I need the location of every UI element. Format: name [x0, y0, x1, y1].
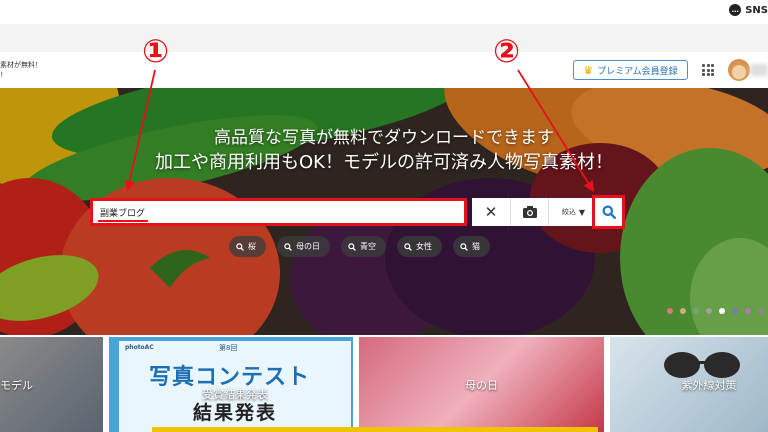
tagline-line-2: ！	[0, 71, 7, 79]
search-icon	[236, 242, 244, 251]
avatar[interactable]	[728, 59, 750, 81]
carousel-dot[interactable]	[680, 308, 686, 314]
feature-card-model[interactable]: モデル	[0, 337, 103, 432]
keyword-chip[interactable]: 桜	[229, 236, 266, 257]
search-bar: ✕ 絞込 ▼	[88, 195, 628, 229]
contest-edition: 第8回	[219, 344, 238, 352]
filter-label: 絞込	[561, 208, 576, 216]
carousel-dot[interactable]	[693, 308, 699, 314]
card-label: モデル	[0, 379, 33, 392]
tagline-line-1: 素材が無料！	[0, 61, 42, 69]
keyword-chip-label: 青空	[360, 242, 376, 251]
top-bar: … SNS	[0, 0, 768, 24]
grey-band	[0, 24, 768, 52]
search-icon	[460, 242, 468, 251]
contest-result-text: 結果発表	[192, 402, 277, 424]
carousel-dot[interactable]	[745, 308, 751, 314]
sns-label: SNS	[745, 4, 768, 16]
premium-signup-button[interactable]: ♛ プレミアム会員登録	[573, 60, 688, 80]
username-blurred	[750, 64, 768, 76]
contest-banner: photoAC 第8回 写真コンテスト 受賞結果発表 結果発表	[119, 341, 351, 432]
site-header: 素材が無料！ ！ ♛ プレミアム会員登録	[0, 52, 768, 88]
search-icon	[348, 242, 356, 251]
keyword-chip[interactable]: 母の日	[277, 236, 330, 257]
keyword-chip-label: 母の日	[296, 242, 320, 251]
carousel-dots	[667, 308, 764, 314]
crown-icon: ♛	[583, 63, 594, 77]
search-button[interactable]	[592, 195, 625, 229]
search-text-underline	[98, 220, 148, 222]
apps-grid-icon[interactable]	[702, 64, 714, 76]
keyword-chip[interactable]: 猫	[453, 236, 490, 257]
keyword-chip-label: 女性	[416, 242, 432, 251]
carousel-dot[interactable]	[732, 308, 738, 314]
carousel-dot[interactable]	[667, 308, 673, 314]
keyword-chip-label: 猫	[472, 242, 480, 251]
filter-dropdown[interactable]: 絞込 ▼	[548, 198, 598, 226]
annotation-number-1: ①	[142, 32, 170, 70]
carousel-dot[interactable]	[706, 308, 712, 314]
search-icon	[404, 242, 412, 251]
hero-title-line-2: 加工や商用利用もOK！モデルの許可済み人物写真素材！	[155, 152, 613, 173]
camera-icon[interactable]	[510, 198, 548, 226]
feature-card-uv[interactable]: 紫外線対策	[610, 337, 768, 432]
hero-title-line-1: 高品質な写真が無料でダウンロードできます	[214, 128, 554, 148]
annotation-number-2: ②	[493, 32, 521, 70]
photoac-logo: photoAC	[125, 344, 154, 351]
chevron-down-icon: ▼	[578, 207, 586, 217]
feature-card-contest[interactable]: photoAC 第8回 写真コンテスト 受賞結果発表 結果発表	[109, 337, 353, 432]
header-tagline: 素材が無料！ ！	[0, 60, 42, 80]
ad-banner-strip	[152, 427, 598, 432]
keyword-chip-label: 桜	[248, 242, 256, 251]
hero-banner: 高品質な写真が無料でダウンロードできます 加工や商用利用もOK！モデルの許可済み…	[0, 88, 768, 335]
suggested-keywords: 桜 母の日 青空 女性 猫	[229, 236, 490, 257]
carousel-dot[interactable]	[719, 308, 725, 314]
keyword-chip[interactable]: 青空	[341, 236, 386, 257]
clear-icon[interactable]: ✕	[472, 198, 510, 226]
keyword-chip[interactable]: 女性	[397, 236, 442, 257]
feature-card-mothers-day[interactable]: 母の日	[359, 337, 604, 432]
search-tools: ✕ 絞込 ▼	[472, 198, 598, 226]
search-icon	[602, 205, 616, 219]
photo-site-page: … SNS 素材が無料！ ！ ♛ プレミアム会員登録 高品質な写真が無料でダウン…	[0, 0, 768, 432]
premium-signup-label: プレミアム会員登録	[597, 66, 678, 77]
sns-link[interactable]: … SNS	[729, 4, 768, 16]
carousel-dot[interactable]	[758, 308, 764, 314]
search-icon	[284, 242, 292, 251]
chat-bubble-icon: …	[729, 4, 742, 16]
feature-cards: モデル photoAC 第8回 写真コンテスト 受賞結果発表 結果発表 母の日 …	[0, 337, 768, 432]
card-label: 紫外線対策	[681, 379, 737, 392]
card-label: 母の日	[465, 379, 498, 392]
